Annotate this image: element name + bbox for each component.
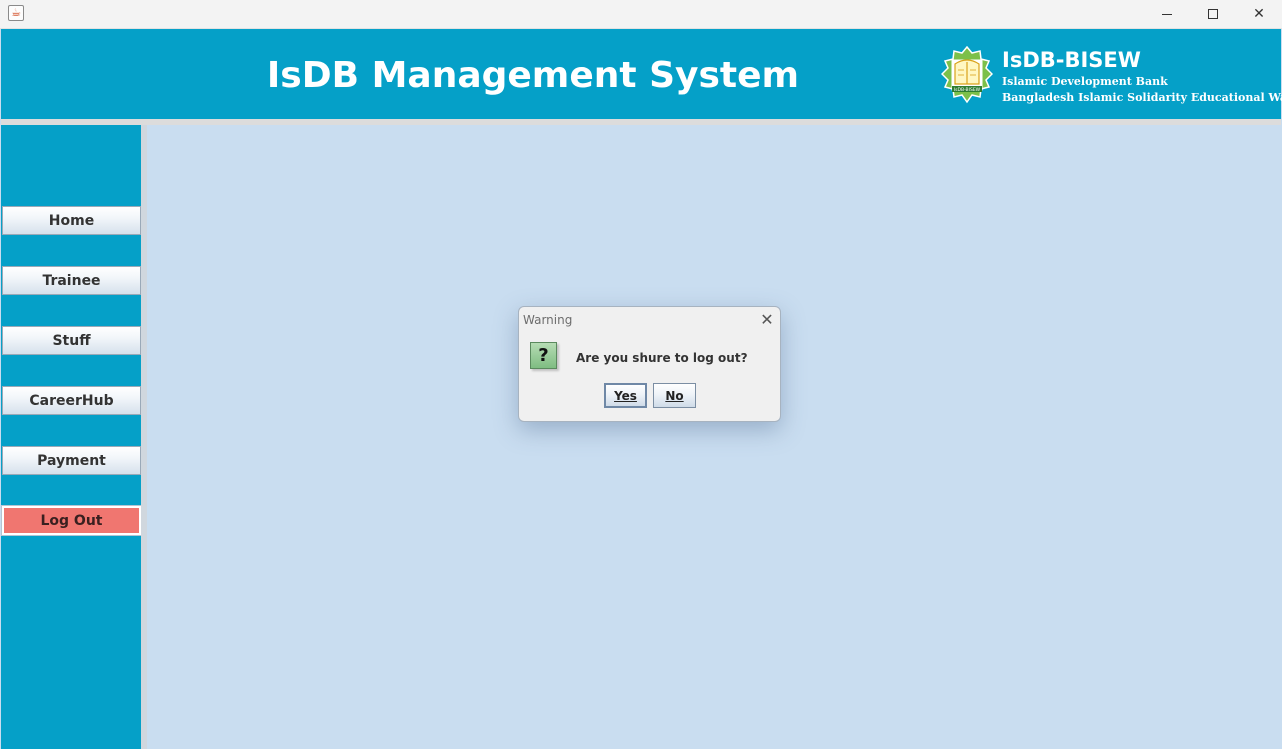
no-button[interactable]: No (653, 383, 696, 408)
dialog-close-button[interactable]: ✕ (757, 309, 777, 329)
logout-button[interactable]: Log Out (1, 505, 142, 536)
question-icon: ? (530, 342, 557, 369)
maximize-button[interactable] (1190, 0, 1236, 28)
close-icon: ✕ (1253, 6, 1265, 22)
yes-button[interactable]: Yes (604, 383, 647, 408)
dialog-message: Are you shure to log out? (576, 351, 748, 365)
logout-confirm-dialog: Warning ✕ ? Are you shure to log out? Ye… (518, 306, 781, 422)
close-icon: ✕ (760, 309, 774, 329)
brand-subtitle-1: Islamic Development Bank (1002, 75, 1168, 88)
window-titlebar: ☕ ✕ (0, 0, 1282, 29)
dialog-title: Warning (523, 313, 573, 327)
page-title: IsDB Management System (266, 55, 800, 96)
sidebar: Home Trainee Stuff CareerHub Payment Log… (1, 125, 142, 749)
sidebar-item-payment[interactable]: Payment (2, 446, 141, 475)
java-cup-icon: ☕ (8, 5, 24, 21)
sidebar-item-careerhub[interactable]: CareerHub (2, 386, 141, 415)
window-close-button[interactable]: ✕ (1236, 0, 1282, 28)
minimize-icon (1162, 13, 1172, 15)
brand-name: IsDB-BISEW (1002, 48, 1141, 72)
app-window: ☕ ✕ IsDB Management System IsDB-BISEW Is… (0, 0, 1282, 749)
sidebar-item-stuff[interactable]: Stuff (2, 326, 141, 355)
maximize-icon (1208, 9, 1218, 19)
sidebar-item-trainee[interactable]: Trainee (2, 266, 141, 295)
minimize-button[interactable] (1144, 0, 1190, 28)
logo-text: IsDB-BISEW (954, 87, 981, 93)
sidebar-item-home[interactable]: Home (2, 206, 141, 235)
isdb-bisew-logo: IsDB-BISEW (941, 46, 993, 104)
main-content (147, 125, 1282, 749)
brand-subtitle-2: Bangladesh Islamic Solidarity Educationa… (1002, 91, 1282, 104)
app-header: IsDB Management System IsDB-BISEW IsDB-B… (1, 29, 1282, 119)
